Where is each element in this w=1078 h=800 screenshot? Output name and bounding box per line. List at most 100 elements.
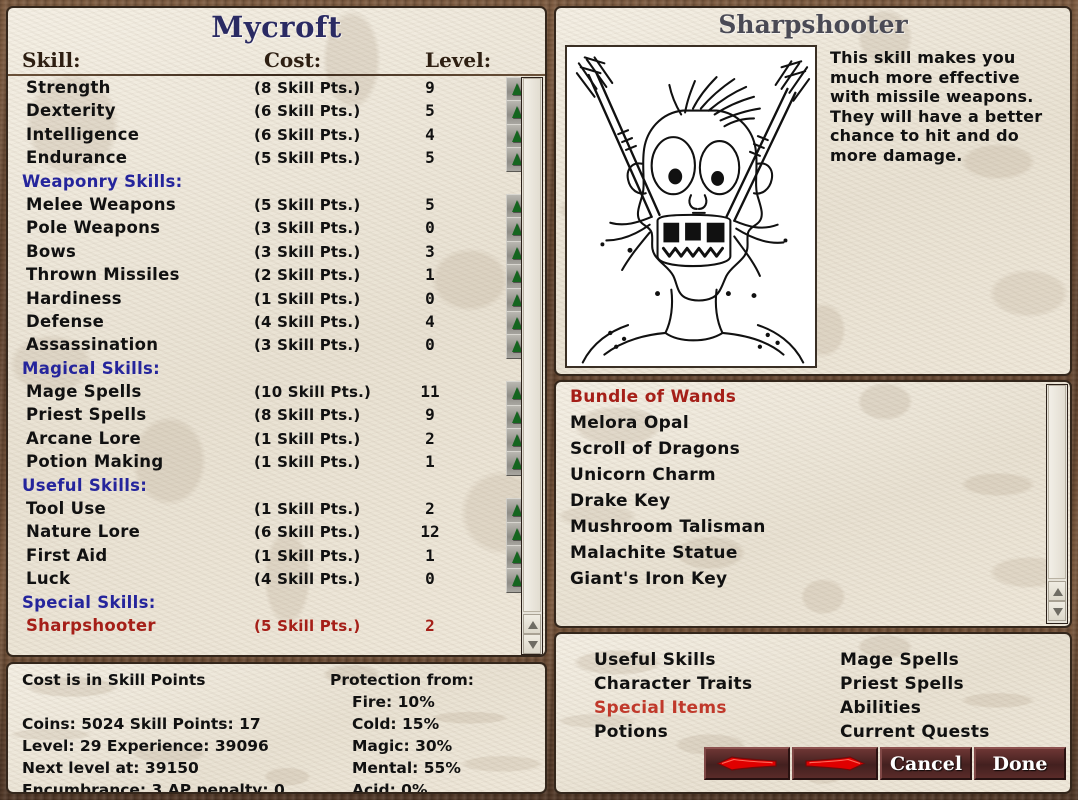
skill-row[interactable]: Hardiness (1 Skill Pts.) 0	[8, 288, 504, 311]
illustration-svg	[575, 56, 811, 364]
menu-item-potions[interactable]: Potions	[594, 722, 668, 742]
skill-row[interactable]: Dexterity (6 Skill Pts.) 5	[8, 100, 504, 123]
skill-name: Sharpshooter	[26, 615, 156, 635]
skill-row[interactable]: Thrown Missiles (2 Skill Pts.) 1	[8, 264, 504, 287]
special-items-panel: Bundle of Wands Melora Opal Scroll of Drag…	[554, 380, 1072, 628]
menu-item-useful-skills[interactable]: Useful Skills	[594, 650, 716, 670]
skill-cost: (3 Skill Pts.)	[254, 242, 361, 261]
skill-row[interactable]: First Aid (1 Skill Pts.) 1	[8, 545, 504, 568]
list-item[interactable]: Bundle of Wands	[556, 387, 1026, 413]
skill-cost: (6 Skill Pts.)	[254, 102, 361, 121]
skill-name: Arcane Lore	[26, 428, 141, 448]
resistance-line: Acid: 0%	[352, 781, 428, 794]
scroll-up-button[interactable]	[523, 614, 541, 634]
skill-name: Melee Weapons	[26, 194, 176, 214]
stats-left-column: Cost is in Skill Points Coins: 5024 Skil…	[22, 671, 285, 792]
skill-cost: (8 Skill Pts.)	[254, 79, 361, 97]
skill-name: Strength	[26, 78, 111, 97]
skill-row[interactable]: Bows (3 Skill Pts.) 3	[8, 241, 504, 264]
skill-group-header: Useful Skills:	[8, 475, 504, 498]
skill-name: First Aid	[26, 545, 108, 565]
menu-item-mage-spells[interactable]: Mage Spells	[840, 650, 959, 670]
skill-level: 0	[425, 569, 435, 589]
stat-line	[22, 693, 285, 715]
skill-row[interactable]: Sharpshooter (5 Skill Pts.) 2	[8, 615, 504, 638]
stats-right-column: Protection from: Fire: 10% Cold: 15% Magic:…	[330, 671, 474, 794]
triangle-down-icon	[528, 641, 538, 649]
list-item[interactable]: Melora Opal	[556, 413, 1026, 439]
skill-row[interactable]: Assassination (3 Skill Pts.) 0	[8, 334, 504, 357]
skill-cost: (1 Skill Pts.)	[254, 500, 361, 519]
skill-row[interactable]: Tool Use (1 Skill Pts.) 2	[8, 498, 504, 521]
skill-level: 9	[425, 405, 435, 425]
character-stats-panel: Cost is in Skill Points Coins: 5024 Skil…	[6, 662, 547, 794]
skill-name: Thrown Missiles	[26, 265, 180, 285]
skill-cost: (1 Skill Pts.)	[254, 429, 361, 448]
skill-cost: (10 Skill Pts.)	[254, 383, 372, 402]
skill-row[interactable]: Mage Spells (10 Skill Pts.) 11	[8, 381, 504, 404]
skill-row[interactable]: Endurance (5 Skill Pts.) 5	[8, 147, 504, 170]
skill-level: 1	[425, 265, 435, 285]
menu-item-character-traits[interactable]: Character Traits	[594, 674, 752, 694]
cancel-button[interactable]: Cancel	[880, 747, 972, 780]
scrollbar-thumb[interactable]	[1048, 385, 1066, 579]
scroll-down-button[interactable]	[1048, 601, 1066, 621]
skill-row[interactable]: Melee Weapons (5 Skill Pts.) 5	[8, 194, 504, 217]
skill-name: Mage Spells	[26, 382, 142, 402]
next-character-button[interactable]	[792, 747, 878, 780]
scroll-down-button[interactable]	[523, 634, 541, 654]
skill-list[interactable]: Strength (8 Skill Pts.) 9 Dexterity (6 Skill…	[8, 77, 504, 655]
menu-item-special-items[interactable]: Special Items	[594, 698, 727, 718]
list-item[interactable]: Malachite Statue	[556, 543, 1026, 569]
stat-line: Level: 29 Experience: 39096	[22, 737, 269, 755]
scrollbar-thumb[interactable]	[523, 78, 541, 612]
arrow-pierced-head-drawing	[565, 45, 817, 368]
items-scrollbar[interactable]	[1046, 384, 1068, 624]
skill-name: Defense	[26, 311, 105, 331]
skill-row[interactable]: Pole Weapons (3 Skill Pts.) 0	[8, 217, 504, 240]
skill-level: 11	[420, 382, 440, 402]
list-item[interactable]: Drake Key	[556, 491, 1026, 517]
skill-row[interactable]: Strength (8 Skill Pts.) 9	[8, 77, 504, 100]
skill-name: Assassination	[26, 335, 159, 355]
list-item[interactable]: Giant's Iron Key	[556, 569, 1026, 595]
skill-cost: (8 Skill Pts.)	[254, 406, 361, 425]
skill-name: Hardiness	[26, 288, 122, 308]
skill-cost: (3 Skill Pts.)	[254, 336, 361, 355]
list-item[interactable]: Unicorn Charm	[556, 465, 1026, 491]
skill-table-header: Skill: Cost: Level:	[8, 48, 545, 72]
menu-item-current-quests[interactable]: Current Quests	[840, 722, 990, 742]
special-items-list[interactable]: Bundle of Wands Melora Opal Scroll of Drag…	[556, 387, 1026, 595]
skill-row[interactable]: Priest Spells (8 Skill Pts.) 9	[8, 404, 504, 427]
skill-name: Dexterity	[26, 101, 116, 121]
skill-row[interactable]: Arcane Lore (1 Skill Pts.) 2	[8, 428, 504, 451]
skill-row[interactable]: Intelligence (6 Skill Pts.) 4	[8, 124, 504, 147]
skill-row[interactable]: Nature Lore (6 Skill Pts.) 12	[8, 521, 504, 544]
list-item[interactable]: Mushroom Talisman	[556, 517, 1026, 543]
skill-level: 5	[425, 101, 435, 121]
menu-item-priest-spells[interactable]: Priest Spells	[840, 674, 964, 694]
skill-level: 4	[425, 311, 435, 331]
previous-character-button[interactable]	[704, 747, 790, 780]
skill-cost: (4 Skill Pts.)	[254, 312, 361, 331]
detail-title: Sharpshooter	[718, 10, 908, 39]
header-divider	[8, 74, 545, 76]
skill-name: Magical Skills:	[22, 358, 161, 378]
list-item[interactable]: Scroll of Dragons	[556, 439, 1026, 465]
menu-item-abilities[interactable]: Abilities	[840, 698, 921, 718]
skill-name: Priest Spells	[26, 405, 147, 425]
skill-cost: (3 Skill Pts.)	[254, 219, 361, 238]
skill-row[interactable]: Potion Making (1 Skill Pts.) 1	[8, 451, 504, 474]
skill-cost: (1 Skill Pts.)	[254, 453, 361, 472]
skill-cost: (4 Skill Pts.)	[254, 570, 361, 589]
done-button[interactable]: Done	[974, 747, 1066, 780]
skill-name: Special Skills:	[22, 592, 156, 612]
skill-row[interactable]: Defense (4 Skill Pts.) 4	[8, 311, 504, 334]
skill-list-scrollbar[interactable]	[521, 77, 543, 655]
skill-level: 12	[420, 522, 440, 542]
done-button-label: Done	[992, 752, 1048, 775]
scroll-up-button[interactable]	[1048, 581, 1066, 601]
skill-level: 1	[425, 452, 435, 472]
skill-name: Luck	[26, 569, 71, 589]
skill-row[interactable]: Luck (4 Skill Pts.) 0	[8, 568, 504, 591]
